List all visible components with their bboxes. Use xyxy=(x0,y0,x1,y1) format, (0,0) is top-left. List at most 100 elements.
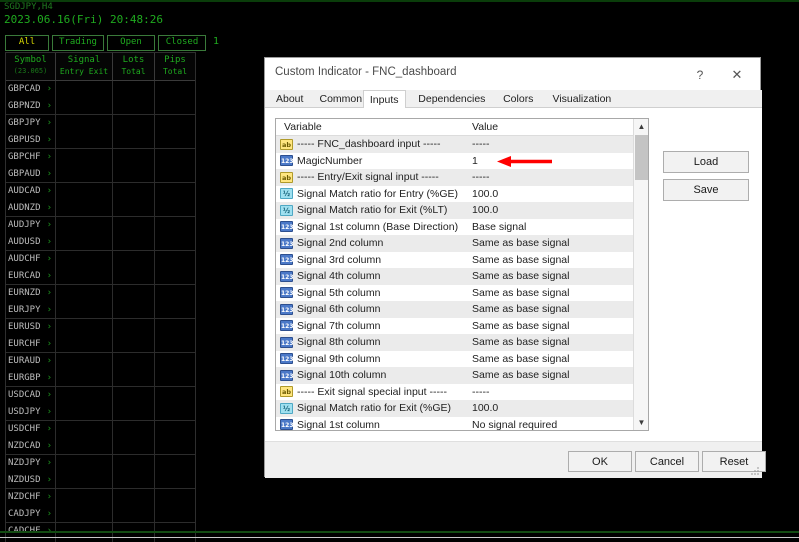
filter-button-closed[interactable]: Closed xyxy=(158,35,206,51)
inputs-grid-row[interactable]: ½ Signal Match ratio for Exit (%GE) 100.0 xyxy=(276,400,648,417)
chevron-right-icon[interactable]: › xyxy=(47,472,52,489)
dashboard-cell-symbol[interactable]: AUDJPY › xyxy=(6,217,56,234)
chevron-right-icon[interactable]: › xyxy=(47,217,52,234)
dashboard-row[interactable]: GBPNZD › xyxy=(6,98,195,115)
dashboard-row[interactable]: NZDJPY › xyxy=(6,455,195,472)
dashboard-cell-symbol[interactable]: AUDCHF › xyxy=(6,251,56,268)
chevron-right-icon[interactable]: › xyxy=(47,166,52,183)
dashboard-cell-symbol[interactable]: GBPAUD › xyxy=(6,166,56,182)
grid-cell-value[interactable]: ----- xyxy=(466,384,648,401)
dashboard-row[interactable]: GBPAUD › xyxy=(6,166,195,183)
inputs-grid-row[interactable]: 123 Signal 2nd column Same as base signal xyxy=(276,235,648,252)
chevron-right-icon[interactable]: › xyxy=(47,336,52,353)
dashboard-row[interactable]: AUDJPY › xyxy=(6,217,195,234)
dashboard-row[interactable]: NZDCAD › xyxy=(6,438,195,455)
dashboard-row[interactable]: AUDCHF › xyxy=(6,251,195,268)
chevron-right-icon[interactable]: › xyxy=(47,353,52,370)
dashboard-cell-symbol[interactable]: EURCAD › xyxy=(6,268,56,284)
dashboard-cell-symbol[interactable]: USDCAD › xyxy=(6,387,56,404)
dashboard-cell-symbol[interactable]: NZDCHF › xyxy=(6,489,56,506)
chevron-right-icon[interactable]: › xyxy=(47,115,52,132)
chevron-right-icon[interactable]: › xyxy=(47,149,52,166)
grid-cell-value[interactable]: ----- xyxy=(466,136,648,153)
chevron-right-icon[interactable]: › xyxy=(47,285,52,302)
chevron-right-icon[interactable]: › xyxy=(47,200,52,217)
dashboard-row[interactable]: GBPUSD › xyxy=(6,132,195,149)
inputs-grid-row[interactable]: 123 Signal 7th column Same as base signal xyxy=(276,317,648,334)
chevron-right-icon[interactable]: › xyxy=(47,438,52,455)
dashboard-cell-symbol[interactable]: GBPCAD › xyxy=(6,81,56,98)
grid-cell-value[interactable]: 1 xyxy=(466,153,648,170)
inputs-grid-row[interactable]: ab ----- Exit signal special input ----- -… xyxy=(276,383,648,401)
dashboard-cell-symbol[interactable]: EURJPY › xyxy=(6,302,56,318)
chevron-right-icon[interactable]: › xyxy=(47,319,52,336)
dashboard-cell-symbol[interactable]: USDJPY › xyxy=(6,404,56,420)
grid-cell-value[interactable]: 100.0 xyxy=(466,400,648,417)
inputs-grid-row[interactable]: 123 Signal 9th column Same as base signal xyxy=(276,350,648,368)
grid-cell-value[interactable]: Same as base signal xyxy=(466,334,648,351)
inputs-grid-row[interactable]: ½ Signal Match ratio for Exit (%LT) 100.0 xyxy=(276,202,648,219)
dashboard-row[interactable]: USDCAD › xyxy=(6,387,195,404)
close-icon[interactable]: ✕ xyxy=(720,64,754,86)
dashboard-cell-symbol[interactable]: GBPJPY › xyxy=(6,115,56,132)
inputs-grid-row[interactable]: ab ----- FNC_dashboard input ----- ----- xyxy=(276,136,648,153)
dashboard-cell-symbol[interactable]: AUDCAD › xyxy=(6,183,56,200)
inputs-grid-row[interactable]: 123 Signal 6th column Same as base signal xyxy=(276,301,648,318)
chevron-right-icon[interactable]: › xyxy=(47,370,52,387)
grid-cell-value[interactable]: No signal required xyxy=(466,417,648,431)
dashboard-row[interactable]: EURNZD › xyxy=(6,285,195,302)
grid-cell-value[interactable]: Same as base signal xyxy=(466,268,648,285)
chevron-right-icon[interactable]: › xyxy=(47,506,52,523)
dashboard-row[interactable]: EURCAD › xyxy=(6,268,195,285)
inputs-grid-row[interactable]: 123 Signal 1st column No signal required xyxy=(276,416,648,431)
dashboard-row[interactable]: GBPJPY › xyxy=(6,115,195,132)
chevron-right-icon[interactable]: › xyxy=(47,132,52,149)
dashboard-row[interactable]: EURGBP › xyxy=(6,370,195,387)
tab-colors[interactable]: Colors xyxy=(497,90,539,108)
dashboard-row[interactable]: EURCHF › xyxy=(6,336,195,353)
dashboard-cell-symbol[interactable]: GBPUSD › xyxy=(6,132,56,148)
chevron-right-icon[interactable]: › xyxy=(47,183,52,200)
scrollbar-thumb[interactable] xyxy=(635,135,648,180)
grid-cell-value[interactable]: ----- xyxy=(466,169,648,186)
grid-cell-value[interactable]: Same as base signal xyxy=(466,235,648,252)
ok-button[interactable]: OK xyxy=(568,451,632,472)
chevron-right-icon[interactable]: › xyxy=(47,489,52,506)
dashboard-row[interactable]: USDJPY › xyxy=(6,404,195,421)
grid-cell-value[interactable]: Same as base signal xyxy=(466,252,648,269)
dashboard-row[interactable]: USDCHF › xyxy=(6,421,195,438)
dialog-title-bar[interactable]: Custom Indicator - FNC_dashboard ? ✕ xyxy=(265,58,760,90)
dashboard-cell-symbol[interactable]: EURCHF › xyxy=(6,336,56,352)
chevron-right-icon[interactable]: › xyxy=(47,98,52,115)
dashboard-cell-symbol[interactable]: USDCHF › xyxy=(6,421,56,438)
load-button[interactable]: Load xyxy=(663,151,749,173)
dashboard-cell-symbol[interactable]: EURGBP › xyxy=(6,370,56,386)
scroll-up-icon[interactable]: ▲ xyxy=(634,119,648,134)
grid-cell-value[interactable]: Same as base signal xyxy=(466,351,648,368)
dashboard-cell-symbol[interactable]: GBPCHF › xyxy=(6,149,56,166)
filter-button-all[interactable]: All xyxy=(5,35,49,51)
inputs-grid-row[interactable]: 123 Signal 8th column Same as base signal xyxy=(276,334,648,351)
chevron-right-icon[interactable]: › xyxy=(47,234,52,251)
grid-cell-value[interactable]: Same as base signal xyxy=(466,285,648,302)
grid-cell-value[interactable]: Base signal xyxy=(466,219,648,236)
chevron-right-icon[interactable]: › xyxy=(47,81,52,98)
inputs-grid-row[interactable]: ½ Signal Match ratio for Entry (%GE) 100.0 xyxy=(276,185,648,203)
dashboard-cell-symbol[interactable]: NZDCAD › xyxy=(6,438,56,454)
dashboard-cell-symbol[interactable]: EURNZD › xyxy=(6,285,56,302)
help-icon[interactable]: ? xyxy=(686,64,714,86)
filter-button-trading[interactable]: Trading xyxy=(52,35,104,51)
chevron-right-icon[interactable]: › xyxy=(47,455,52,472)
grid-cell-value[interactable]: 100.0 xyxy=(466,186,648,203)
tab-inputs[interactable]: Inputs xyxy=(362,90,406,109)
chevron-right-icon[interactable]: › xyxy=(47,268,52,285)
chevron-right-icon[interactable]: › xyxy=(47,421,52,438)
dashboard-cell-symbol[interactable]: NZDJPY › xyxy=(6,455,56,472)
inputs-grid-row[interactable]: 123 Signal 10th column Same as base signal xyxy=(276,367,648,384)
inputs-grid-row[interactable]: 123 Signal 4th column Same as base signal xyxy=(276,268,648,285)
inputs-grid-row[interactable]: 123 Signal 5th column Same as base signal xyxy=(276,284,648,302)
dashboard-row[interactable]: GBPCAD › xyxy=(6,81,195,98)
grid-cell-value[interactable]: Same as base signal xyxy=(466,301,648,318)
resize-grip-icon[interactable] xyxy=(749,465,760,476)
inputs-grid-row[interactable]: 123 MagicNumber 1 xyxy=(276,152,648,170)
